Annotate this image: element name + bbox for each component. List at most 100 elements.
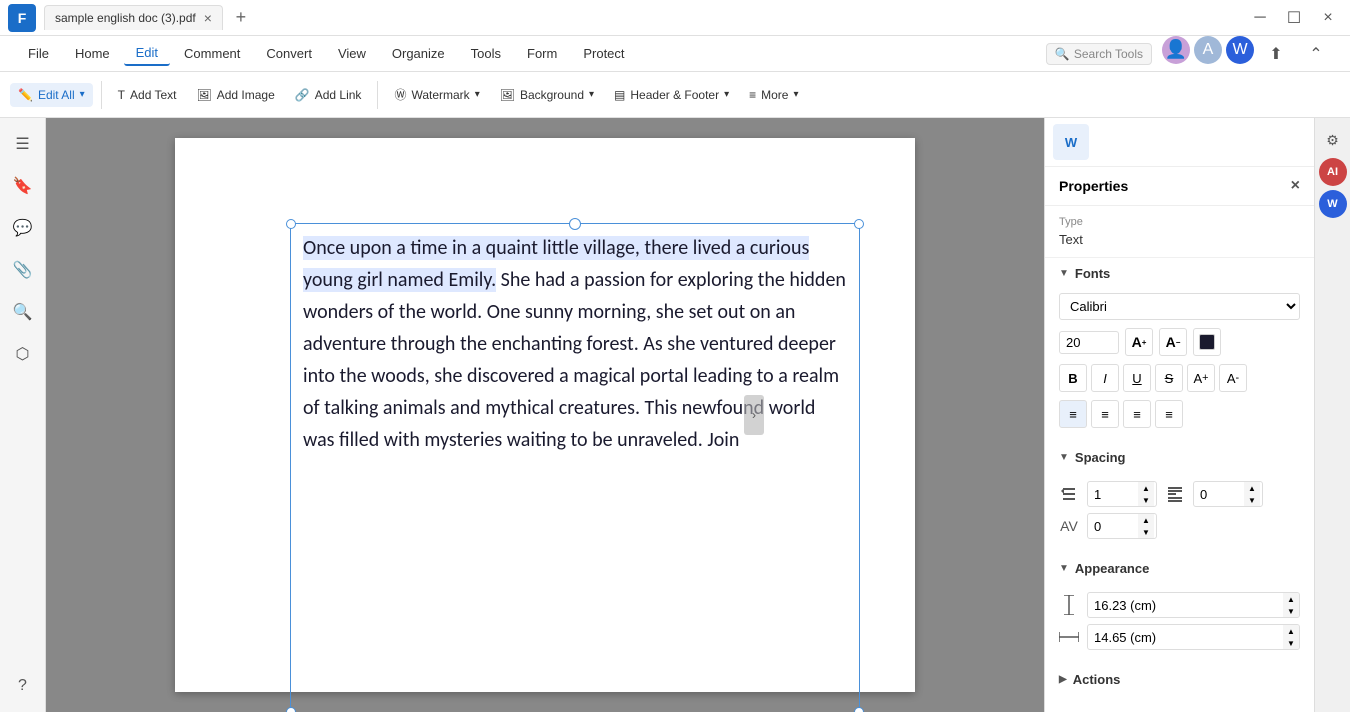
char-spacing-row: AV ▲ ▼ — [1059, 513, 1300, 539]
strikethrough-button[interactable]: S — [1155, 364, 1183, 392]
watermark-button[interactable]: Ⓦ Watermark ▾ — [386, 81, 487, 108]
width-input[interactable] — [1088, 627, 1283, 648]
paragraph-spacing-down[interactable]: ▼ — [1244, 494, 1260, 506]
expand-panel-btn[interactable]: › — [744, 395, 764, 435]
sidebar-bookmarks-icon[interactable]: 🔖 — [5, 168, 41, 204]
document-tab[interactable]: sample english doc (3).pdf × — [44, 5, 223, 30]
maximize-button[interactable]: ☐ — [1280, 4, 1308, 32]
profile-icon[interactable]: 👤 — [1162, 36, 1190, 64]
sidebar-pages-icon[interactable]: ☰ — [5, 126, 41, 162]
add-image-button[interactable]: 🖼 Add Image — [189, 83, 283, 107]
header-footer-button[interactable]: ▤ Header & Footer ▾ — [606, 83, 737, 107]
appearance-content: ▲ ▼ ▲ ▼ — [1045, 584, 1314, 664]
width-up[interactable]: ▲ — [1283, 625, 1299, 637]
close-button[interactable]: × — [1314, 4, 1342, 32]
edit-all-button[interactable]: ✏️ Edit All ▾ — [10, 83, 93, 107]
text-box[interactable]: Once upon a time in a quaint little vill… — [290, 223, 860, 712]
menu-comment[interactable]: Comment — [172, 42, 252, 65]
more-button[interactable]: ≡ More ▾ — [741, 83, 806, 107]
menu-organize[interactable]: Organize — [380, 42, 457, 65]
height-up[interactable]: ▲ — [1283, 593, 1299, 605]
sidebar-help-icon[interactable]: ? — [5, 668, 41, 704]
toolbar-divider-1 — [101, 81, 102, 109]
bold-button[interactable]: B — [1059, 364, 1087, 392]
line-spacing-input[interactable] — [1088, 484, 1138, 505]
paragraph-spacing-up[interactable]: ▲ — [1244, 482, 1260, 494]
search-tools-label: Search Tools — [1074, 47, 1143, 61]
word-assistant-icon[interactable]: W — [1319, 190, 1347, 218]
char-spacing-down[interactable]: ▼ — [1138, 526, 1154, 538]
font-color-btn[interactable] — [1193, 328, 1221, 356]
panel-header: Properties × — [1045, 167, 1314, 206]
sidebar-search-icon[interactable]: 🔍 — [5, 294, 41, 330]
search-tools[interactable]: 🔍 Search Tools — [1046, 43, 1152, 65]
italic-button[interactable]: I — [1091, 364, 1119, 392]
height-input[interactable] — [1088, 595, 1283, 616]
char-spacing-icon: AV — [1059, 516, 1079, 536]
pdf-viewer[interactable]: Once upon a time in a quaint little vill… — [46, 118, 1044, 712]
superscript-button[interactable]: A+ — [1187, 364, 1215, 392]
panel-close-icon[interactable]: × — [1291, 177, 1300, 195]
chat-icon[interactable]: A — [1194, 36, 1222, 64]
fonts-content: Calibri A+ A− B I U S A+ A- — [1045, 289, 1314, 442]
background-chevron: ▾ — [589, 89, 594, 100]
add-tab-button[interactable]: + — [227, 4, 255, 32]
type-value: Text — [1059, 232, 1300, 247]
window-controls: ─ ☐ × — [1246, 4, 1342, 32]
line-spacing-up[interactable]: ▲ — [1138, 482, 1154, 494]
increase-font-btn[interactable]: A+ — [1125, 328, 1153, 356]
align-center-button[interactable]: ≡ — [1091, 400, 1119, 428]
font-family-select[interactable]: Calibri — [1059, 293, 1300, 320]
app-logo: F — [8, 4, 36, 32]
menu-edit[interactable]: Edit — [124, 41, 170, 66]
add-text-button[interactable]: T Add Text — [110, 83, 185, 107]
line-spacing-row: ▲ ▼ ▲ ▼ — [1059, 481, 1300, 507]
subscript-button[interactable]: A- — [1219, 364, 1247, 392]
menu-file[interactable]: File — [16, 42, 61, 65]
menu-tools[interactable]: Tools — [459, 42, 513, 65]
minimize-button[interactable]: ─ — [1246, 4, 1274, 32]
fonts-arrow-icon: ▼ — [1059, 268, 1069, 279]
paragraph-spacing-input[interactable] — [1194, 484, 1244, 505]
decrease-font-btn[interactable]: A− — [1159, 328, 1187, 356]
underline-button[interactable]: U — [1123, 364, 1151, 392]
menu-view[interactable]: View — [326, 42, 378, 65]
handle-top-left[interactable] — [286, 219, 296, 229]
width-down[interactable]: ▼ — [1283, 637, 1299, 649]
upload-icon[interactable]: ⬆ — [1258, 36, 1294, 72]
font-size-input[interactable] — [1059, 331, 1119, 354]
height-down[interactable]: ▼ — [1283, 605, 1299, 617]
sidebar-comments-icon[interactable]: 💬 — [5, 210, 41, 246]
menu-convert[interactable]: Convert — [254, 42, 324, 65]
handle-bottom-right[interactable] — [854, 707, 864, 712]
menu-form[interactable]: Form — [515, 42, 569, 65]
width-row: ▲ ▼ — [1059, 624, 1300, 650]
appearance-arrow-icon: ▼ — [1059, 563, 1069, 574]
spacing-section-title[interactable]: ▼ Spacing — [1045, 442, 1314, 473]
collapse-icon[interactable]: ⌃ — [1298, 36, 1334, 72]
watermark-icon: Ⓦ — [394, 86, 406, 103]
panel-icon-word[interactable]: W — [1053, 124, 1089, 160]
handle-top-right[interactable] — [854, 219, 864, 229]
panel-settings-icon[interactable]: ⚙ — [1319, 126, 1347, 154]
line-spacing-down[interactable]: ▼ — [1138, 494, 1154, 506]
word-icon[interactable]: W — [1226, 36, 1254, 64]
background-button[interactable]: 🖼 Background ▾ — [492, 83, 602, 107]
align-left-button[interactable]: ≡ — [1059, 400, 1087, 428]
sidebar-attachments-icon[interactable]: 📎 — [5, 252, 41, 288]
sidebar-layers-icon[interactable]: ⬡ — [5, 336, 41, 372]
menu-protect[interactable]: Protect — [571, 42, 636, 65]
add-link-button[interactable]: 🔗 Add Link — [287, 83, 370, 107]
char-spacing-up[interactable]: ▲ — [1138, 514, 1154, 526]
ai-assistant-icon[interactable]: AI — [1319, 158, 1347, 186]
align-right-button[interactable]: ≡ — [1123, 400, 1151, 428]
actions-section-title[interactable]: ▶ Actions — [1045, 664, 1314, 695]
align-justify-button[interactable]: ≡ — [1155, 400, 1183, 428]
char-spacing-input[interactable] — [1088, 516, 1138, 537]
appearance-section-title[interactable]: ▼ Appearance — [1045, 553, 1314, 584]
handle-bottom-left[interactable] — [286, 707, 296, 712]
fonts-section-title[interactable]: ▼ Fonts — [1045, 258, 1314, 289]
menu-home[interactable]: Home — [63, 42, 122, 65]
tab-close-icon[interactable]: × — [204, 10, 212, 26]
main-area: ☰ 🔖 💬 📎 🔍 ⬡ ? Once upon a time in a quai… — [0, 118, 1350, 712]
